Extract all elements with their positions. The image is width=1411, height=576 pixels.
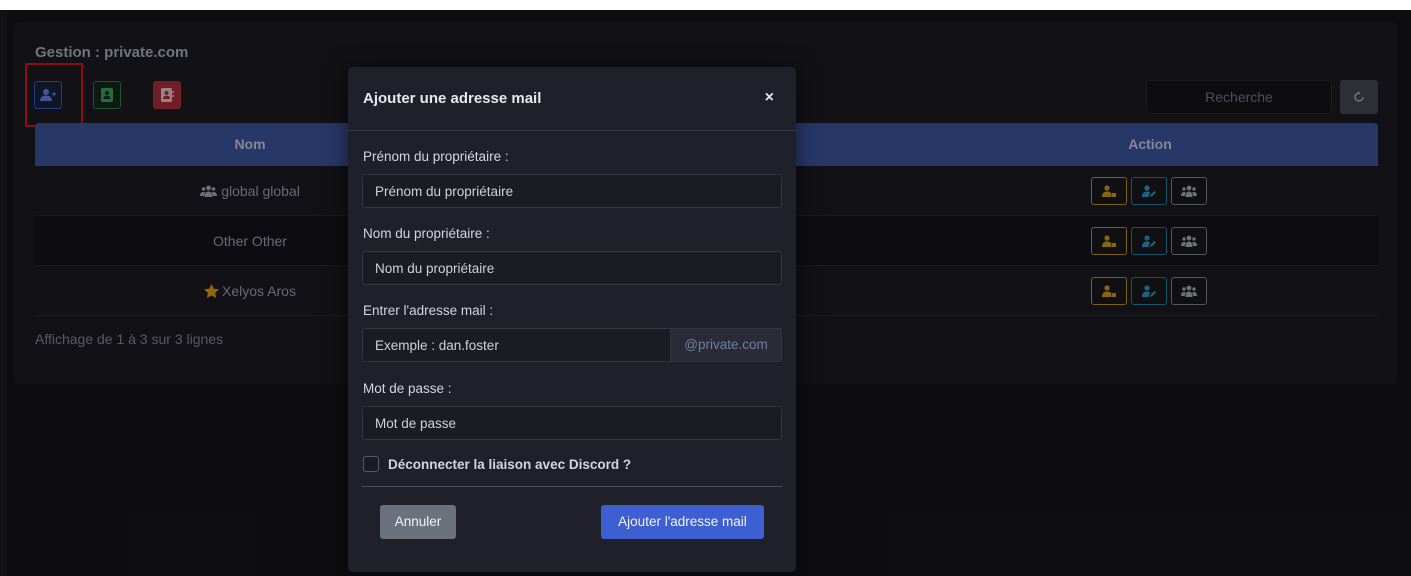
modal-title: Ajouter une adresse mail: [363, 90, 542, 107]
email-label: Entrer l'adresse mail :: [363, 303, 494, 318]
discord-unlink-row: Déconnecter la liaison avec Discord ?: [363, 456, 631, 472]
lastname-input[interactable]: [362, 251, 782, 285]
firstname-label: Prénom du propriétaire :: [363, 149, 509, 164]
password-label: Mot de passe :: [363, 381, 452, 396]
modal-header-divider: [348, 130, 796, 131]
password-input[interactable]: [362, 406, 782, 440]
lastname-label: Nom du propriétaire :: [363, 226, 490, 241]
cancel-button[interactable]: Annuler: [380, 505, 456, 539]
add-email-modal: Ajouter une adresse mail × Prénom du pro…: [348, 67, 796, 572]
top-strip: [0, 0, 1411, 10]
discord-unlink-label[interactable]: Déconnecter la liaison avec Discord ?: [388, 457, 631, 472]
firstname-input[interactable]: [362, 174, 782, 208]
modal-footer-divider: [362, 486, 782, 487]
add-email-button[interactable]: Ajouter l'adresse mail: [601, 505, 764, 539]
discord-unlink-checkbox[interactable]: [363, 456, 379, 472]
email-domain-addon: @private.com: [670, 328, 782, 362]
email-input[interactable]: [362, 328, 670, 362]
close-icon[interactable]: ×: [765, 89, 774, 107]
email-input-group: @private.com: [362, 328, 782, 362]
